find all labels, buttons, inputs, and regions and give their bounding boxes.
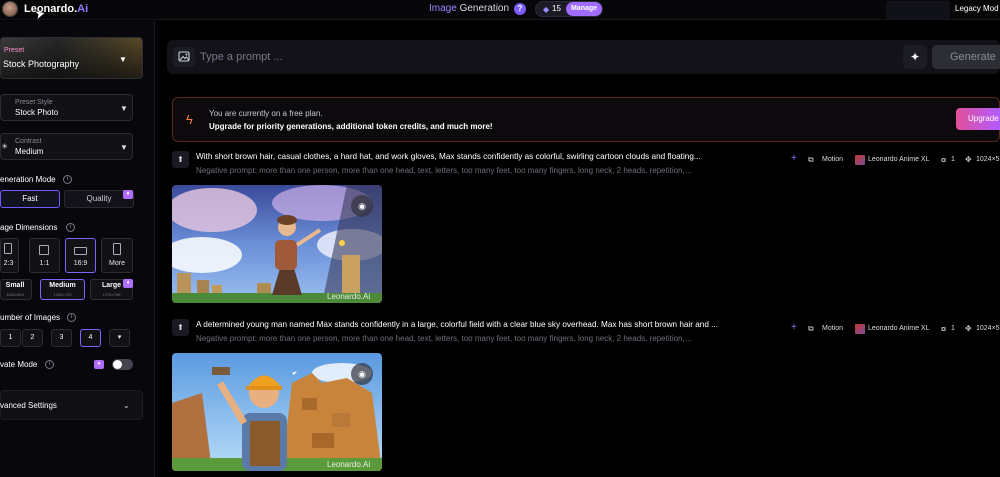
watermark: Leonardo.Ai	[327, 460, 371, 469]
info-icon[interactable]: i	[45, 360, 54, 369]
image-dimensions-title: age Dimensions	[0, 223, 58, 232]
landscape-shape-icon	[74, 247, 87, 255]
image-count-4[interactable]: 4	[80, 329, 101, 347]
image-count-dropdown[interactable]: ▾	[109, 329, 130, 347]
image-count: 1	[951, 325, 955, 332]
premium-icon: ♦	[123, 279, 133, 288]
size-icon: ✥	[965, 324, 972, 333]
legacy-mode-toggle[interactable]: Legacy Mod	[955, 4, 999, 13]
plus-icon[interactable]: +	[791, 153, 797, 164]
size-dims: 1184×664	[6, 292, 24, 297]
size-dims: 1280×720	[53, 292, 72, 297]
toggle-knob	[113, 360, 122, 369]
generation-prompt: With short brown hair, casual clothes, a…	[196, 152, 701, 161]
generation-prompt: A determined young man named Max stands …	[196, 320, 719, 329]
prompt-input[interactable]	[200, 47, 890, 67]
help-icon[interactable]: ?	[514, 3, 526, 15]
portrait-shape-icon	[4, 243, 12, 254]
preset-label: Preset	[4, 47, 25, 54]
banner-line-2: Upgrade for priority generations, additi…	[209, 122, 493, 131]
mode-fast-button[interactable]: Fast	[0, 190, 60, 208]
dimension-label: More	[109, 260, 125, 267]
dimension-label: 2:3	[3, 260, 14, 267]
number-of-images-title: umber of Images	[0, 313, 61, 322]
model-icon	[855, 155, 865, 165]
size-icon: ✥	[965, 155, 972, 164]
more-shape-icon	[113, 243, 121, 255]
size-name: Medium	[49, 282, 76, 289]
image-count-2[interactable]: 2	[22, 329, 43, 347]
count-icon: ⧇	[941, 324, 947, 333]
dimension-1-1[interactable]	[29, 238, 60, 273]
plus-icon[interactable]: +	[791, 322, 797, 333]
preset-style-value: Stock Photo	[15, 108, 59, 117]
model-name: Leonardo Anime XL	[868, 156, 930, 163]
dimension-label: 1:1	[39, 260, 50, 267]
dimension-16-9[interactable]	[65, 238, 96, 273]
page-title: Image Generation	[429, 3, 510, 14]
token-icon: ◆	[543, 5, 550, 14]
model-name: Leonardo Anime XL	[868, 325, 930, 332]
upgrade-button[interactable]: Upgrade	[956, 108, 1000, 130]
watermark: Leonardo.Ai	[327, 292, 371, 301]
generate-button[interactable]: Generate	[932, 45, 1000, 69]
motion-label[interactable]: Motion	[822, 325, 843, 332]
bolt-icon: ϟ	[186, 112, 193, 127]
image-size: 1024×5	[976, 156, 1000, 163]
eye-icon[interactable]: ◉	[351, 195, 373, 217]
contrast-label: Contrast	[15, 138, 42, 145]
premium-icon: ♦	[123, 190, 133, 199]
size-name: Small	[5, 282, 25, 289]
header-blank-button[interactable]	[886, 1, 950, 19]
eye-icon[interactable]: ◉	[351, 363, 373, 385]
arrow-up-icon[interactable]: ⬆	[172, 319, 189, 336]
image-size: 1024×5	[976, 325, 1000, 332]
generation-negative-prompt: Negative prompt: more than one person, m…	[196, 166, 692, 175]
sun-icon: ☀	[1, 142, 9, 151]
chevron-down-icon: ▼	[120, 104, 128, 113]
info-icon[interactable]: i	[63, 175, 72, 184]
image-count: 1	[951, 156, 955, 163]
info-icon[interactable]: i	[66, 223, 75, 232]
upgrade-banner	[172, 97, 1000, 142]
dimension-label: 16:9	[73, 260, 88, 267]
generation-negative-prompt: Negative prompt: more than one person, m…	[196, 334, 692, 343]
motion-label[interactable]: Motion	[822, 156, 843, 163]
image-upload-button[interactable]	[173, 47, 195, 67]
image-count-1[interactable]: 1	[0, 329, 21, 347]
chevron-down-icon: ▼	[120, 143, 128, 152]
private-mode-label: vate Mode	[0, 360, 38, 369]
advanced-settings-label: vanced Settings	[0, 401, 57, 410]
image-icon	[178, 51, 190, 62]
arrow-up-icon[interactable]: ⬆	[172, 151, 189, 168]
banner-line-1: You are currently on a free plan.	[209, 109, 323, 118]
square-shape-icon	[39, 245, 49, 255]
chevron-down-icon: ⌄	[123, 401, 130, 410]
count-icon: ⧇	[941, 155, 947, 164]
info-icon[interactable]: i	[67, 313, 76, 322]
model-icon	[855, 324, 865, 334]
user-avatar[interactable]	[2, 1, 18, 17]
token-count: 15	[552, 4, 561, 13]
motion-icon: ⧉	[808, 155, 814, 164]
preset-value: Stock Photography	[3, 59, 80, 69]
size-dims: 1376×768	[102, 292, 121, 297]
motion-icon: ⧉	[808, 324, 814, 333]
sparkle-icon[interactable]: ✦	[903, 45, 927, 69]
manage-button[interactable]: Manage	[566, 2, 602, 16]
image-count-3[interactable]: 3	[51, 329, 72, 347]
generation-mode-title: eneration Mode	[0, 175, 56, 184]
preset-style-label: Preset Style	[15, 99, 53, 106]
contrast-value: Medium	[15, 147, 44, 156]
chevron-down-icon: ▼	[119, 55, 127, 64]
premium-icon: ♦	[94, 360, 104, 369]
